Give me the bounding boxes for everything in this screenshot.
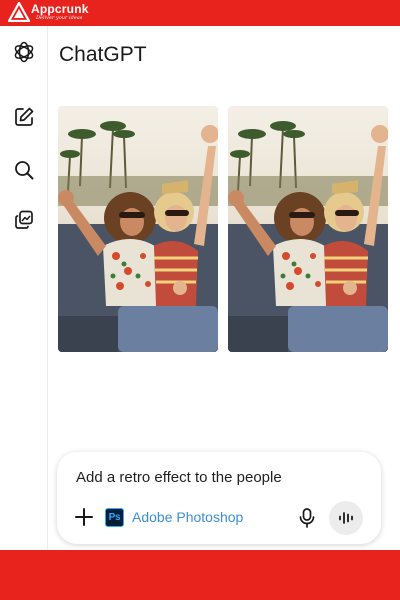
- photoshop-tool-chip[interactable]: Ps Adobe Photoshop: [105, 505, 243, 529]
- brand-tagline: Deliver your ideas: [36, 15, 83, 21]
- openai-logo-icon: [14, 41, 34, 63]
- voice-mode-button[interactable]: [329, 501, 363, 535]
- composer: Add a retro effect to the people Ps Adob…: [57, 452, 381, 544]
- original-photo[interactable]: [58, 106, 218, 352]
- sidebar-rail: [0, 26, 48, 550]
- library-icon: [15, 210, 33, 229]
- photo-illustration: [58, 106, 218, 352]
- plus-icon[interactable]: [74, 507, 94, 527]
- voice-waveform-icon: [339, 512, 353, 524]
- search-icon: [15, 161, 34, 180]
- edited-photo[interactable]: [228, 106, 388, 352]
- openai-logo-button[interactable]: [11, 39, 37, 65]
- page-title: ChatGPT: [59, 43, 147, 66]
- bottom-brand-bar: [0, 550, 400, 600]
- appcrunk-logo-icon: [8, 2, 30, 22]
- new-chat-button[interactable]: [11, 104, 37, 130]
- prompt-input[interactable]: Add a retro effect to the people: [76, 469, 282, 486]
- brand-name: Appcrunk: [31, 2, 89, 16]
- library-button[interactable]: [11, 207, 37, 233]
- tool-label: Adobe Photoshop: [132, 509, 244, 525]
- photoshop-icon: Ps: [105, 507, 124, 527]
- microphone-icon[interactable]: [297, 507, 317, 529]
- search-button[interactable]: [11, 157, 37, 183]
- photo-illustration: [228, 106, 388, 352]
- brand-bar: Appcrunk Deliver your ideas: [0, 0, 400, 26]
- new-chat-icon: [15, 107, 34, 126]
